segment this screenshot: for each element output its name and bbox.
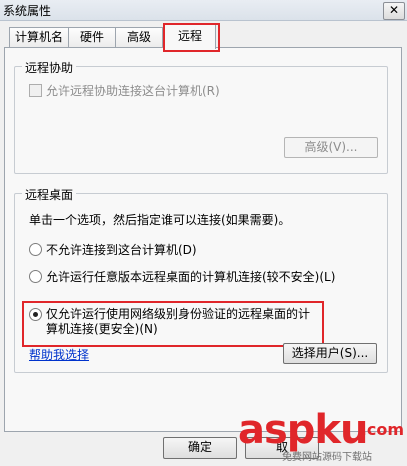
remote-assistance-legend: 远程协助 xyxy=(22,59,77,76)
remote-desktop-instruction: 单击一个选项，然后指定谁可以连接(如果需要)。 xyxy=(29,213,291,227)
remote-desktop-legend: 远程桌面 xyxy=(22,186,77,203)
close-icon: ✕ xyxy=(388,3,400,17)
tab-computer-name[interactable]: 计算机名 xyxy=(9,27,69,47)
select-users-button[interactable]: 选择用户(S)... xyxy=(283,343,377,364)
aspku-watermark: aspku .com 免费网站源码下载站 xyxy=(238,408,406,466)
watermark-tagline: 免费网站源码下载站 xyxy=(282,452,372,463)
ok-button[interactable]: 确定 xyxy=(163,437,237,459)
radio-no-connections-label[interactable]: 不允许连接到这台计算机(D) xyxy=(46,241,197,258)
radio-no-connections[interactable] xyxy=(29,243,42,256)
watermark-logo: aspku xyxy=(238,407,369,453)
radio-any-version[interactable] xyxy=(29,270,42,283)
window-title: 系统属性 xyxy=(3,4,52,18)
help-me-choose-link[interactable]: 帮助我选择 xyxy=(29,346,89,363)
nla-option-highlight xyxy=(22,301,324,347)
title-bar: 系统属性 ✕ xyxy=(0,0,407,21)
radio-any-version-label[interactable]: 允许运行任意版本远程桌面的计算机连接(较不安全)(L) xyxy=(46,268,335,285)
tab-remote-highlight xyxy=(163,23,220,52)
remote-assistance-advanced-button[interactable]: 高级(V)... xyxy=(284,137,378,158)
allow-remote-assistance-checkbox[interactable] xyxy=(29,84,42,97)
watermark-suffix: .com xyxy=(360,420,404,439)
tab-advanced[interactable]: 高级 xyxy=(115,27,163,47)
allow-remote-assistance-label: 允许远程协助连接这台计算机(R) xyxy=(46,84,220,98)
close-button[interactable]: ✕ xyxy=(383,2,405,20)
tab-hardware[interactable]: 硬件 xyxy=(68,27,116,47)
